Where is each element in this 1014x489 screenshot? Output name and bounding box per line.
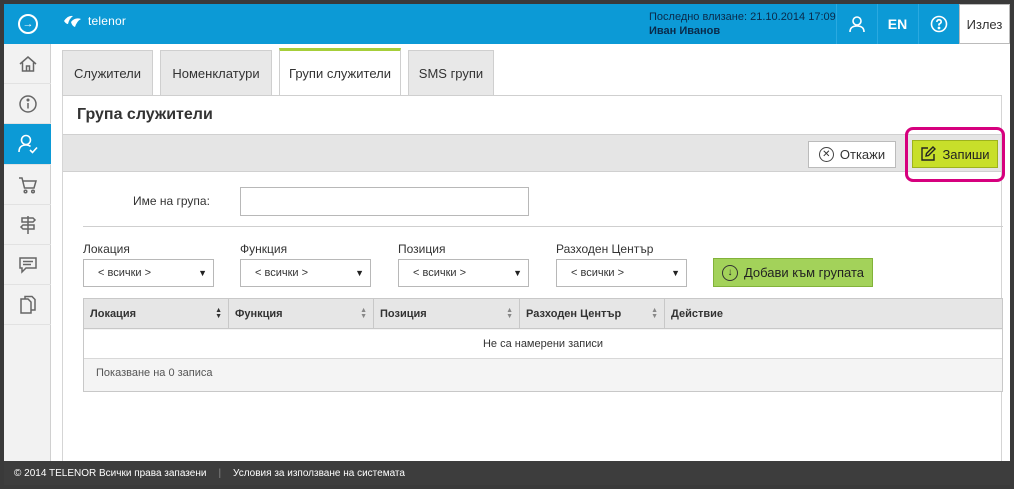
user-icon <box>848 16 865 33</box>
sidebar-item-messages[interactable] <box>4 245 51 285</box>
page-footer: © 2014 TELENOR Всички права запазени | У… <box>4 461 1010 485</box>
logo[interactable]: telenor <box>62 12 126 30</box>
save-label: Запиши <box>942 146 990 162</box>
column-header-function[interactable]: Функция ▲ ▼ <box>229 299 374 329</box>
tab-bar: Служители Номенклатури Групи служители S… <box>62 48 1002 96</box>
location-filter-label: Локация <box>83 242 130 256</box>
column-header-label: Разходен Център <box>526 308 622 320</box>
language-button[interactable]: EN <box>877 4 917 44</box>
dropdown-arrow-icon: ▼ <box>671 268 680 278</box>
documents-icon <box>19 295 36 314</box>
column-header-label: Функция <box>235 308 283 320</box>
position-filter-label: Позиция <box>398 242 446 256</box>
cost-center-select-value: < всички > <box>571 267 625 279</box>
help-button[interactable] <box>918 4 958 44</box>
action-toolbar: ✕ Откажи Запиши <box>63 127 1005 182</box>
tab-employee-groups[interactable]: Групи служители <box>279 48 401 96</box>
tab-sms-groups[interactable]: SMS групи <box>408 50 494 95</box>
copyright-text: © 2014 TELENOR Всички права запазени <box>14 467 207 479</box>
column-header-label: Действие <box>671 308 723 320</box>
sidebar-item-documents[interactable] <box>4 285 51 325</box>
dropdown-arrow-icon: ▼ <box>513 268 522 278</box>
tab-nomenclatures[interactable]: Номенклатури <box>160 50 272 95</box>
sort-icon: ▲ ▼ <box>651 307 658 320</box>
app-window: → telenor Последно влизане: 21.10.2014 1… <box>4 4 1010 485</box>
edit-icon <box>921 146 937 161</box>
dropdown-arrow-icon: ▼ <box>198 268 207 278</box>
save-button[interactable]: Запиши <box>912 140 998 168</box>
dropdown-arrow-icon: ▼ <box>355 268 364 278</box>
menu-toggle-button[interactable]: → <box>4 4 52 44</box>
position-select-value: < всички > <box>413 267 467 279</box>
last-login-info: Последно влизане: 21.10.2014 17:09 Иван … <box>649 10 836 38</box>
signpost-icon <box>19 215 36 234</box>
sidebar-item-orders[interactable] <box>4 165 51 205</box>
cost-center-filter-label: Разходен Център <box>556 242 654 256</box>
page-title: Група служители <box>77 106 213 123</box>
add-to-group-label: Добави към групата <box>743 265 865 280</box>
user-check-icon <box>17 134 38 154</box>
group-name-input[interactable] <box>240 187 529 216</box>
sort-icon: ▲ ▼ <box>360 307 367 320</box>
column-header-action: Действие <box>665 299 1002 329</box>
column-header-cost-center[interactable]: Разходен Център ▲ ▼ <box>520 299 665 329</box>
tab-employees[interactable]: Служители <box>62 50 153 95</box>
profile-button[interactable] <box>836 4 876 44</box>
footer-separator: | <box>218 467 222 479</box>
top-bar: → telenor Последно влизане: 21.10.2014 1… <box>4 4 1010 44</box>
position-select[interactable]: < всички > ▼ <box>398 259 529 287</box>
cart-icon <box>18 176 37 194</box>
main-panel: Група служители ✕ Откажи Запиши Име на г… <box>62 96 1005 461</box>
employees-table: Локация ▲ ▼ Функция ▲ ▼ Позиция ▲ ▼ Разходе… <box>83 298 1003 392</box>
function-filter-label: Функция <box>240 242 288 256</box>
table-empty-row: Не са намерени записи <box>84 330 1002 359</box>
sidebar-item-employees[interactable] <box>4 124 51 165</box>
logo-text: telenor <box>88 14 127 28</box>
sidebar-item-info[interactable] <box>4 84 51 124</box>
sort-icon: ▲ ▼ <box>215 307 222 320</box>
add-to-group-button[interactable]: ↓ Добави към групата <box>713 258 873 287</box>
sort-icon: ▲ ▼ <box>506 307 513 320</box>
table-footer-info: Показване на 0 записа <box>96 367 213 379</box>
sidebar-item-home[interactable] <box>4 44 51 84</box>
logout-button[interactable]: Излез <box>959 4 1010 44</box>
sidebar-item-directions[interactable] <box>4 205 51 245</box>
last-login-label: Последно влизане: 21.10.2014 17:09 <box>649 11 836 23</box>
cancel-button[interactable]: ✕ Откажи <box>808 141 896 168</box>
function-select[interactable]: < всички > ▼ <box>240 259 371 287</box>
column-header-label: Позиция <box>380 308 427 320</box>
form-divider <box>83 226 1003 227</box>
location-select-value: < всички > <box>98 267 152 279</box>
column-header-position[interactable]: Позиция ▲ ▼ <box>374 299 520 329</box>
home-icon <box>19 55 36 72</box>
arrow-down-icon: ↓ <box>721 264 738 281</box>
chat-icon <box>18 256 37 274</box>
help-icon <box>930 15 947 33</box>
user-name: Иван Иванов <box>649 25 721 37</box>
location-select[interactable]: < всички > ▼ <box>83 259 214 287</box>
cost-center-select[interactable]: < всички > ▼ <box>556 259 687 287</box>
cancel-label: Откажи <box>839 147 886 162</box>
column-header-label: Локация <box>90 308 137 320</box>
function-select-value: < всички > <box>255 267 309 279</box>
column-header-location[interactable]: Локация ▲ ▼ <box>84 299 229 329</box>
telenor-logo-icon <box>64 15 81 27</box>
terms-link[interactable]: Условия за използване на системата <box>233 468 405 479</box>
table-header: Локация ▲ ▼ Функция ▲ ▼ Позиция ▲ ▼ Разходе… <box>84 299 1002 329</box>
group-name-label: Име на група: <box>133 194 210 208</box>
close-icon: ✕ <box>818 147 834 162</box>
arrow-right-icon: → <box>18 14 38 34</box>
info-icon <box>18 94 37 113</box>
sidebar <box>4 44 51 461</box>
